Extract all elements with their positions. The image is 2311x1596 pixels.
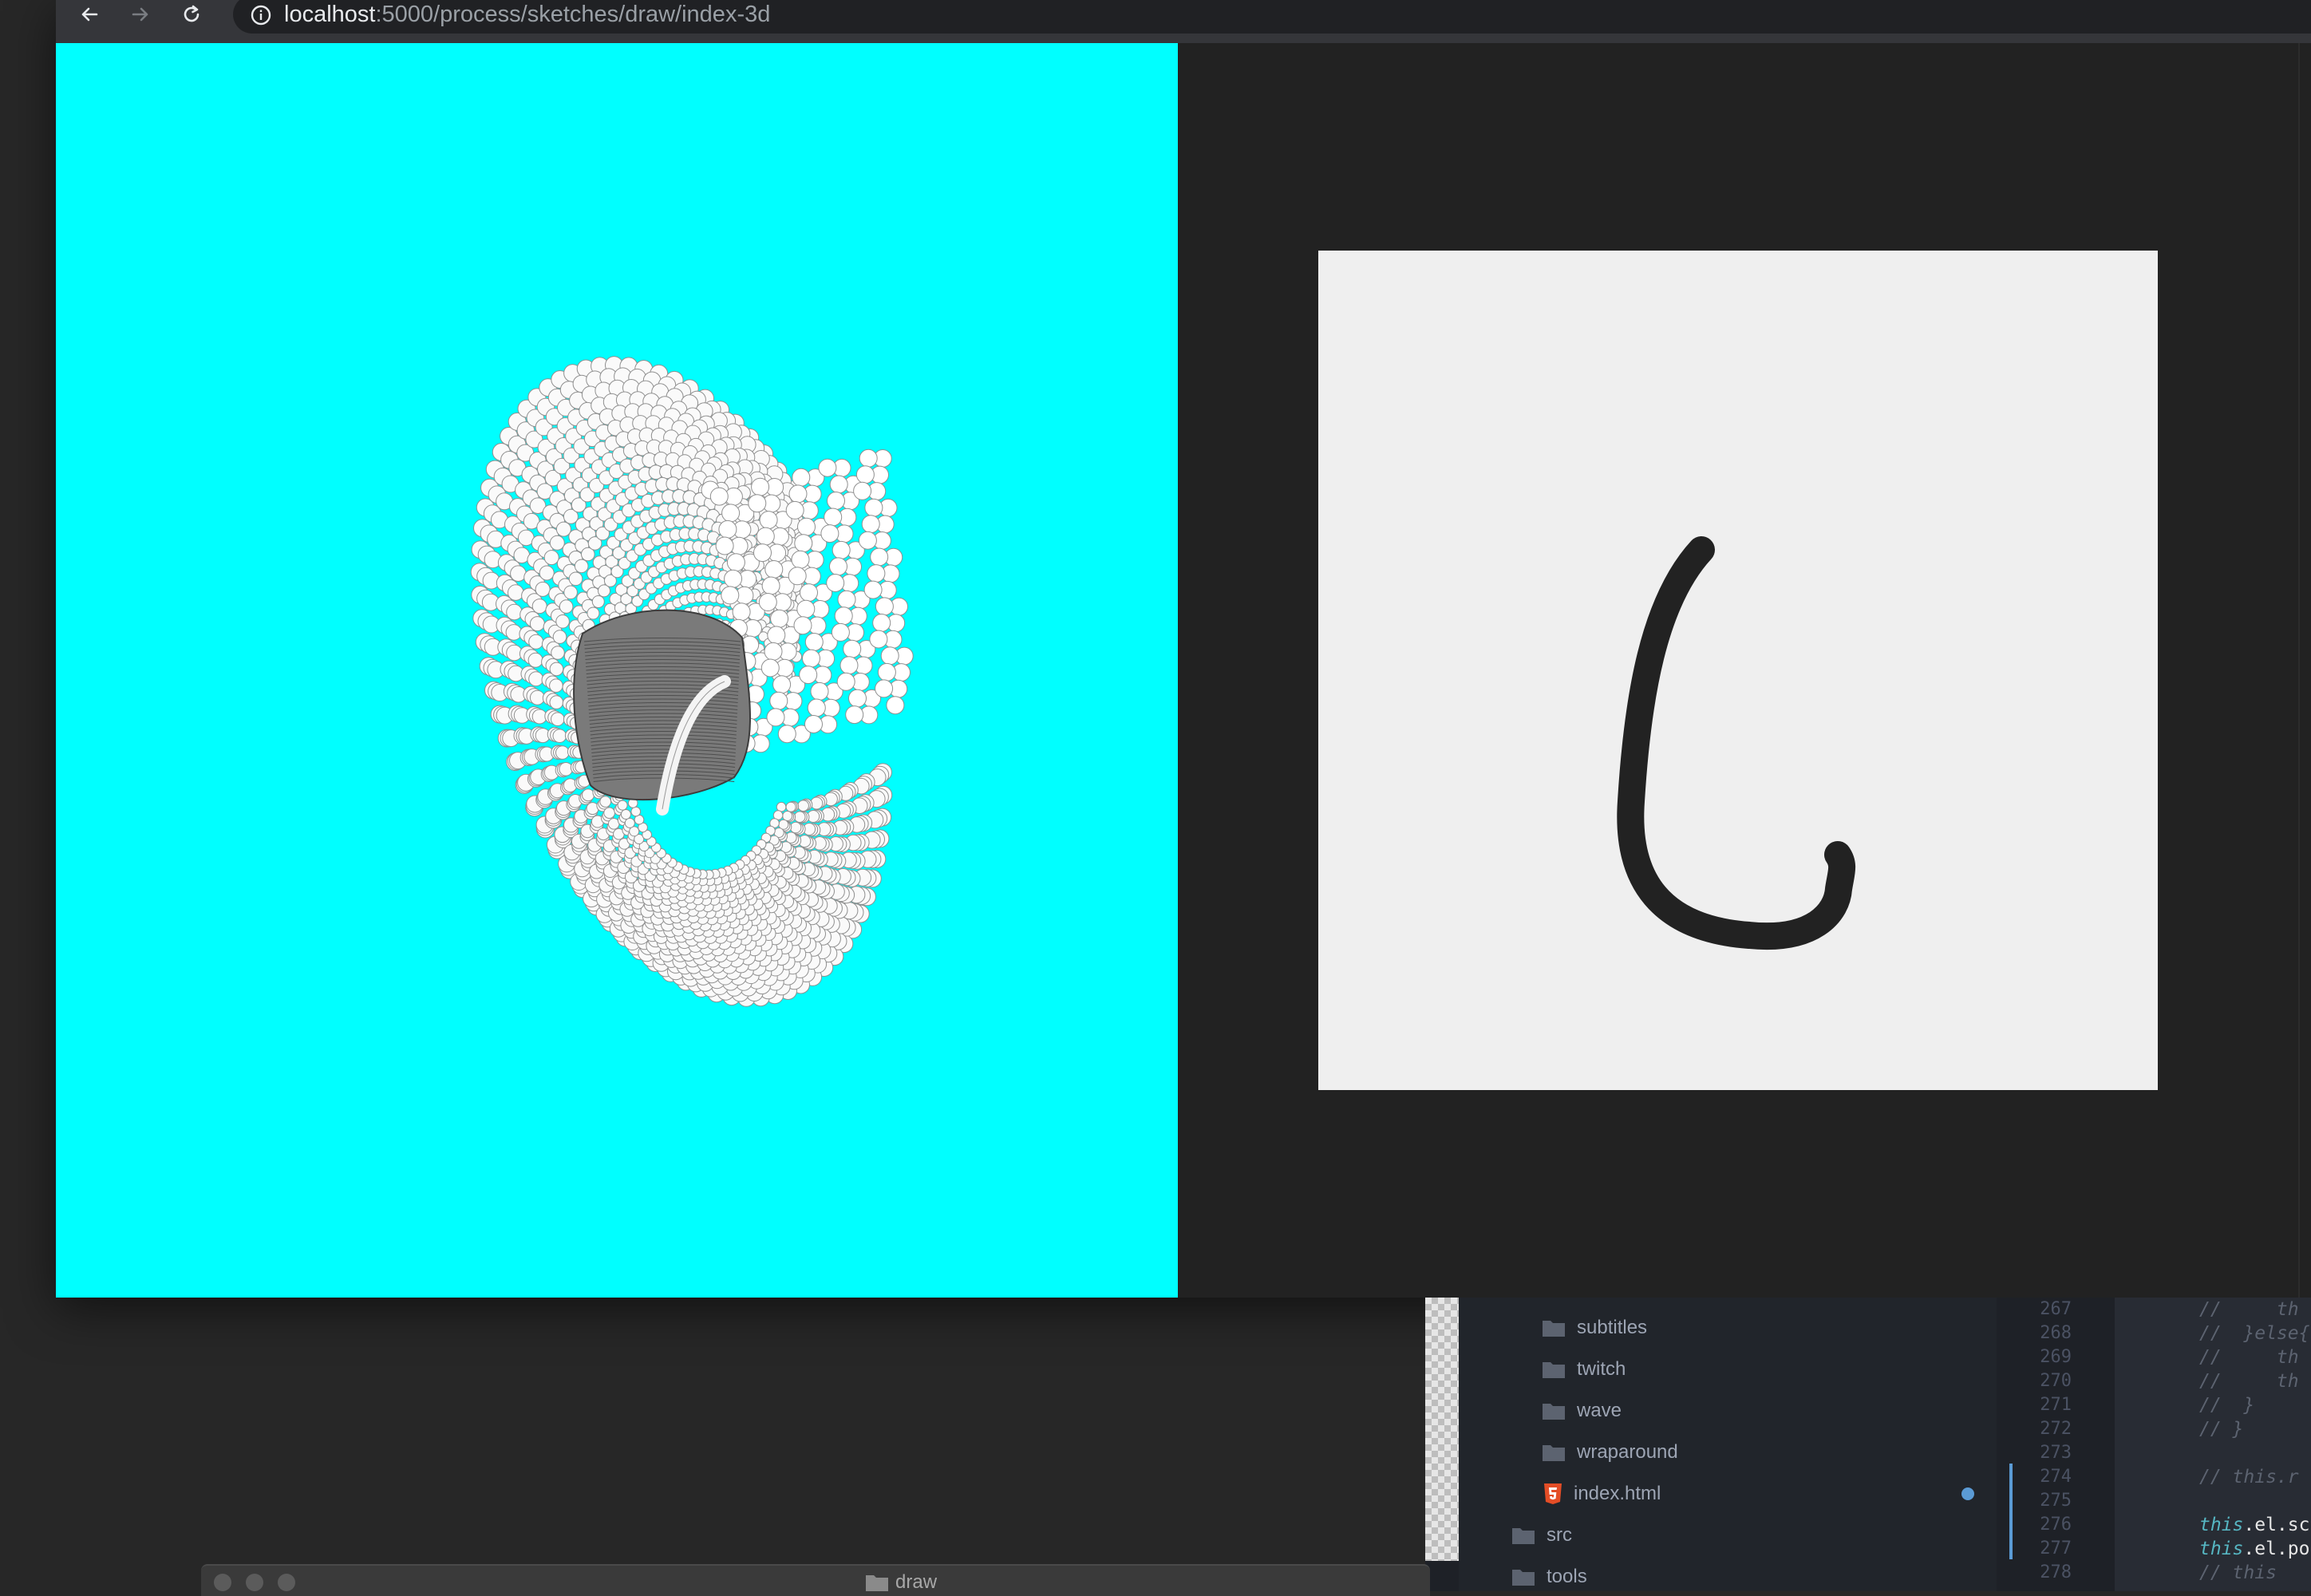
tree-item-label: wave (1577, 1400, 1622, 1421)
browser-window: localhost:5000/process/sketches/draw/ind… (56, 0, 2311, 1298)
modified-indicator (1961, 1487, 1974, 1500)
code-line: this.el.sc (2199, 1515, 2310, 1535)
url-host: localhost (284, 2, 376, 27)
line-number: 271 (2040, 1395, 2072, 1415)
forward-arrow-icon (132, 7, 148, 22)
line-number: 276 (2040, 1515, 2072, 1535)
url-path: :5000/process/sketches/draw/index-3d (375, 2, 771, 27)
code-line: // th (2199, 1299, 2299, 1320)
zoom-window-button[interactable] (278, 1574, 295, 1591)
line-number: 273 (2040, 1443, 2072, 1463)
tree-item-label: wraparound (1577, 1441, 1678, 1463)
line-number: 270 (2040, 1371, 2072, 1391)
line-number: 277 (2040, 1539, 2072, 1558)
code-line: // this (2199, 1562, 2277, 1583)
line-number: 268 (2040, 1323, 2072, 1343)
info-icon[interactable] (249, 3, 273, 27)
tree-folder-wave[interactable]: wave (1542, 1396, 1622, 1425)
html5-file-icon (1544, 1483, 1562, 1504)
folder-icon (1543, 1362, 1565, 1378)
address-url[interactable]: localhost:5000/process/sketches/draw/ind… (284, 0, 770, 29)
tree-folder-wraparound[interactable]: wraparound (1542, 1438, 1678, 1467)
folder-icon (1543, 1321, 1565, 1337)
code-line: // } (2199, 1395, 2255, 1416)
drawing-canvas[interactable] (1318, 251, 2158, 1090)
code-line: this.el.po (2199, 1539, 2310, 1559)
code-line: // th (2199, 1347, 2299, 1368)
back-arrow-icon (81, 7, 98, 22)
tree-folder-twitch[interactable]: twitch (1542, 1355, 1626, 1384)
tree-item-label: tools (1547, 1566, 1587, 1587)
line-number: 275 (2040, 1491, 2072, 1511)
folder-icon (866, 1575, 888, 1591)
reload-button[interactable] (176, 0, 207, 29)
forward-button[interactable] (124, 0, 156, 29)
browser-toolbar: localhost:5000/process/sketches/draw/ind… (56, 0, 2311, 43)
git-change-marker (2009, 1464, 2013, 1559)
line-number: 267 (2040, 1299, 2072, 1319)
tree-item-label: subtitles (1577, 1317, 1648, 1338)
tree-folder-tools[interactable]: tools (1511, 1562, 1587, 1591)
address-bar[interactable]: localhost:5000/process/sketches/draw/ind… (233, 0, 2311, 34)
code-line: // }else{ (2199, 1323, 2310, 1344)
code-line: // th (2199, 1371, 2299, 1392)
page-viewport (56, 43, 2311, 1298)
tree-file-index-html[interactable]: index.html (1543, 1479, 1661, 1508)
code-line: // } (2199, 1419, 2244, 1440)
reload-icon (184, 5, 199, 22)
tree-item-label: index.html (1574, 1483, 1661, 1504)
render-3d-canvas[interactable] (56, 43, 1178, 1298)
line-number: 274 (2040, 1467, 2072, 1487)
folder-icon (1543, 1404, 1565, 1420)
tree-folder-subtitles[interactable]: subtitles (1542, 1314, 1647, 1342)
line-number: 272 (2040, 1419, 2072, 1439)
folder-icon (1512, 1528, 1535, 1544)
minimize-window-button[interactable] (246, 1574, 263, 1591)
line-number: 278 (2040, 1562, 2072, 1582)
code-line: // this.r (2199, 1467, 2299, 1487)
folder-icon (1543, 1445, 1565, 1461)
line-number: 269 (2040, 1347, 2072, 1367)
close-window-button[interactable] (214, 1574, 231, 1591)
folder-icon (1512, 1570, 1535, 1586)
particle-spiral-render (470, 356, 914, 1007)
tree-folder-src[interactable]: src (1511, 1521, 1572, 1550)
back-button[interactable] (73, 0, 105, 29)
hand-drawn-stroke (1617, 536, 1856, 950)
tree-item-label: twitch (1577, 1358, 1626, 1380)
scrollbar-track[interactable] (2298, 43, 2300, 1298)
finder-window: draw (201, 1564, 1430, 1596)
tree-item-label: src (1547, 1524, 1572, 1546)
transparency-checker (1425, 1298, 1459, 1561)
